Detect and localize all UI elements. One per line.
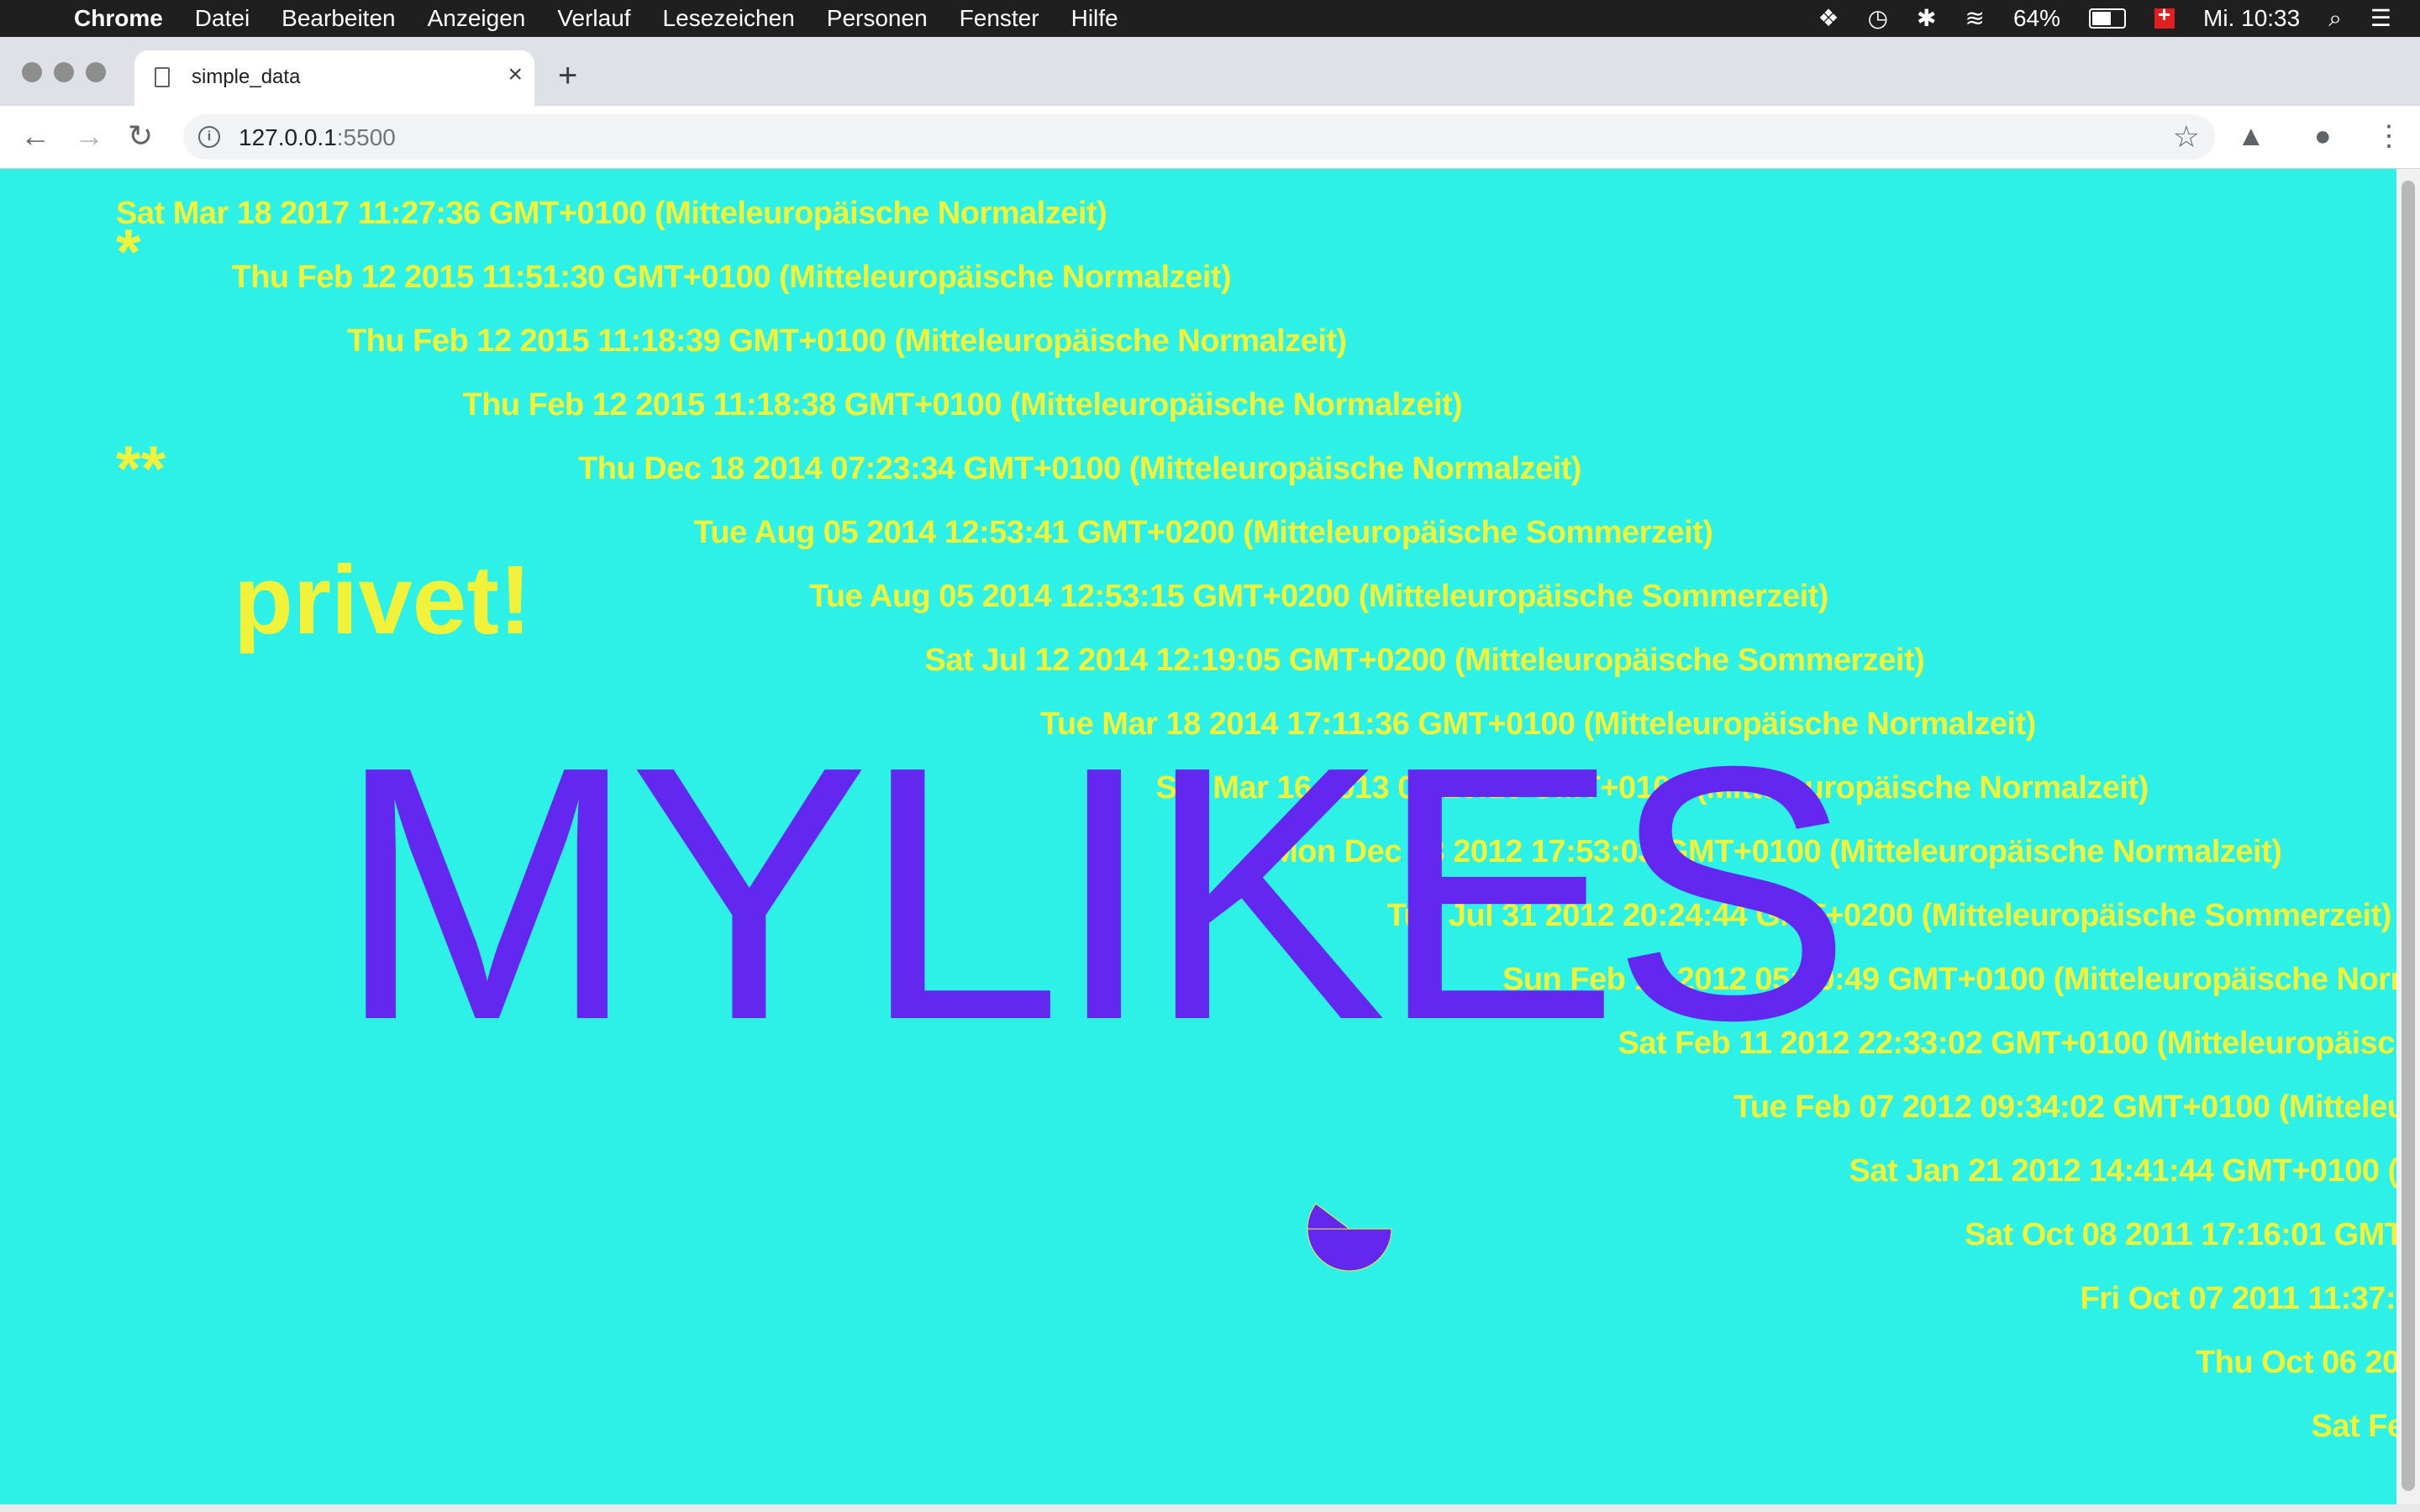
vertical-scrollbar[interactable] — [2396, 169, 2420, 1504]
url-host: 127.0.0.1 — [239, 124, 337, 150]
zoom-window-button[interactable] — [86, 62, 106, 82]
menu-fenster[interactable]: Fenster — [960, 5, 1039, 32]
url-port: :5500 — [336, 124, 396, 150]
dropbox-icon[interactable]: ❖ — [1818, 0, 1839, 37]
menu-bar: Chrome Datei Bearbeiten Anzeigen Verlauf… — [0, 0, 2420, 37]
drive-extension-icon[interactable]: ▲ — [2237, 118, 2265, 155]
forward-button[interactable]: → — [74, 118, 104, 155]
spotlight-search-icon[interactable]: ⌕ — [2328, 0, 2342, 37]
tab-strip: simple_data × + — [0, 37, 2420, 106]
chrome-menu-icon[interactable]: ⋮ — [2375, 118, 2403, 155]
bluetooth-icon[interactable]: ✱ — [1917, 0, 1936, 37]
menu-datei[interactable]: Datei — [195, 5, 250, 32]
headline-mylikes: MYLIKES — [336, 692, 1852, 1095]
new-tab-button[interactable]: + — [558, 59, 577, 92]
date-line: Sat Jul 12 2014 12:19:05 GMT+0200 (Mitte… — [924, 643, 1925, 678]
close-window-button[interactable] — [22, 62, 42, 82]
date-line: Thu Feb 12 2015 11:51:30 GMT+0100 (Mitte… — [231, 260, 1232, 295]
close-tab-icon[interactable]: × — [508, 60, 523, 89]
date-line: Tue Aug 05 2014 12:53:41 GMT+0200 (Mitte… — [693, 515, 1713, 550]
battery-percentage[interactable]: 64% — [2013, 5, 2060, 32]
battery-icon[interactable] — [2089, 8, 2127, 29]
menu-verlauf[interactable]: Verlauf — [557, 5, 630, 32]
bookmark-star-icon[interactable]: ☆ — [2173, 119, 2200, 155]
date-line: Thu Feb 12 2015 11:18:38 GMT+0100 (Mitte… — [462, 387, 1463, 423]
page-canvas: Sat Mar 18 2017 11:27:36 GMT+0100 (Mitte… — [0, 169, 2396, 1504]
profile-avatar-icon[interactable]: ● — [2314, 118, 2332, 155]
single-asterisk: * — [116, 217, 141, 288]
window-bottom-edge — [0, 1504, 2420, 1512]
battery-fill — [2092, 12, 2112, 25]
double-asterisk: ** — [116, 433, 166, 505]
url-text[interactable]: 127.0.0.1:5500 — [239, 124, 396, 151]
date-line: Thu Feb 12 2015 11:18:39 GMT+0100 (Mitte… — [347, 323, 1347, 359]
browser-toolbar: ← → ↻ i 127.0.0.1:5500 ☆ ▲ ● ⋮ — [0, 106, 2420, 169]
menu-clock[interactable]: Mi. 10:33 — [2203, 5, 2300, 32]
date-line: Fri Oct 07 2011 11:37:00 GMT+0200 (Mitte… — [2080, 1281, 2397, 1316]
date-line: Sat Jan 21 2012 14:41:44 GMT+0100 (Mitte… — [1849, 1153, 2397, 1189]
site-info-icon[interactable]: i — [198, 126, 220, 148]
document-icon — [155, 67, 170, 87]
greeting-text: privet! — [234, 545, 532, 654]
menu-app-chrome[interactable]: Chrome — [74, 5, 163, 32]
tab-simple-data[interactable]: simple_data × — [134, 50, 534, 106]
minimize-window-button[interactable] — [54, 62, 74, 82]
scrollbar-thumb[interactable] — [2402, 181, 2415, 1491]
date-line: Sat Oct 08 2011 17:16:01 GMT+0200 (Mitte… — [1965, 1217, 2396, 1252]
input-source-flag-icon[interactable] — [2154, 2, 2175, 29]
date-line: Sat Mar 18 2017 11:27:36 GMT+0100 (Mitte… — [116, 196, 1107, 231]
pie-shape — [1307, 1203, 1392, 1272]
date-line: Tue Aug 05 2014 12:53:15 GMT+0200 (Mitte… — [809, 579, 1828, 614]
tab-title: simple_data — [192, 66, 301, 88]
date-line: Thu Oct 06 2011 10:00:00 GMT+0200 (Mitte… — [2196, 1345, 2396, 1380]
back-button[interactable]: ← — [20, 118, 50, 155]
address-bar[interactable]: i 127.0.0.1:5500 ☆ — [183, 114, 2215, 160]
notification-center-icon[interactable]: ☰ — [2370, 0, 2391, 37]
wifi-icon[interactable]: ≋ — [1965, 0, 1985, 37]
menu-bearbeiten[interactable]: Bearbeiten — [281, 5, 395, 32]
menu-anzeigen[interactable]: Anzeigen — [428, 5, 526, 32]
time-machine-icon[interactable]: ◷ — [1868, 0, 1888, 37]
menu-lesezeichen[interactable]: Lesezeichen — [663, 5, 795, 32]
window-controls — [22, 62, 106, 82]
menu-personen[interactable]: Personen — [827, 5, 928, 32]
date-line: Sat Feb 05 2011 10:00:00 GMT+0100 (Mitte… — [2311, 1409, 2397, 1444]
reload-button[interactable]: ↻ — [128, 118, 153, 155]
menu-hilfe[interactable]: Hilfe — [1071, 5, 1118, 32]
date-line: Thu Dec 18 2014 07:23:34 GMT+0100 (Mitte… — [578, 451, 1581, 486]
